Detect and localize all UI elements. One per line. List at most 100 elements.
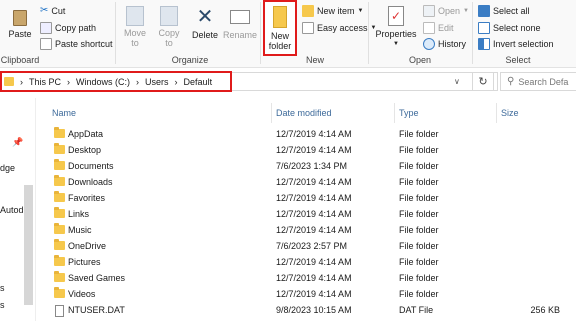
open-button[interactable]: Open ▼ [423,5,469,17]
edit-button[interactable]: Edit [423,22,454,34]
properties-button[interactable]: ✓ Properties ▼ [374,6,418,49]
file-date: 12/7/2019 4:14 AM [276,273,352,283]
file-date: 7/6/2023 2:57 PM [276,241,348,251]
folder-icon [54,271,65,282]
paste-shortcut-button[interactable]: Paste shortcut [40,38,113,50]
file-date: 7/6/2023 1:34 PM [276,161,348,171]
file-name: Desktop [68,145,102,155]
nav-scrollbar[interactable] [24,185,33,305]
file-row[interactable]: Documents 7/6/2023 1:34 PM File folder [48,158,576,174]
move-to-icon [126,6,144,26]
file-row[interactable]: Music 12/7/2019 4:14 AM File folder [48,222,576,238]
folder-icon [4,77,14,86]
file-date: 12/7/2019 4:14 AM [276,193,352,203]
pin-icon[interactable]: 📌 [12,137,23,148]
folder-icon [54,143,65,154]
separator [115,2,116,64]
nav-item[interactable]: Autod [0,205,24,215]
file-date: 12/7/2019 4:14 AM [276,289,352,299]
file-row[interactable]: Links 12/7/2019 4:14 AM File folder [48,206,576,222]
select-none-button[interactable]: Select none [478,22,541,34]
file-name: OneDrive [68,241,107,251]
separator [368,2,369,64]
breadcrumb-separator-icon: › [67,76,71,87]
file-row[interactable]: Videos 12/7/2019 4:14 AM File folder [48,286,576,302]
column-header-type[interactable]: Type [399,108,419,118]
file-type: File folder [399,225,439,235]
file-date: 12/7/2019 4:14 AM [276,257,352,267]
file-type: File folder [399,257,439,267]
paste-shortcut-icon [40,38,52,50]
easy-access-icon [302,22,314,34]
folder-icon [54,175,65,186]
easy-access-button[interactable]: Easy access ▼ [302,22,376,34]
new-folder-icon [273,6,287,28]
invert-selection-button[interactable]: Invert selection [478,38,554,50]
file-type: File folder [399,241,439,251]
column-divider[interactable] [496,103,497,123]
file-date: 9/8/2023 10:15 AM [276,305,352,315]
column-divider[interactable] [394,103,395,123]
file-date: 12/7/2019 4:14 AM [276,177,352,187]
file-type: DAT File [399,305,434,315]
paste-button[interactable]: Paste [7,10,33,39]
chevron-down-icon: ▼ [357,8,364,14]
copy-to-icon [160,6,178,26]
column-header-name[interactable]: Name [52,108,76,118]
file-date: 12/7/2019 4:14 AM [276,129,352,139]
copy-to-button[interactable]: Copy to [155,6,183,48]
address-bar[interactable]: › This PC › Windows (C:) › Users › Defau… [0,71,232,92]
delete-button[interactable]: ✕ Delete [190,6,220,40]
breadcrumb-separator-icon: › [20,76,23,87]
breadcrumb-users[interactable]: Users [145,77,169,87]
new-folder-button[interactable]: New folder [263,0,297,56]
file-row[interactable]: Downloads 12/7/2019 4:14 AM File folder [48,174,576,190]
breadcrumb-windows-c[interactable]: Windows (C:) [76,77,130,87]
nav-item[interactable]: dge [0,163,15,173]
move-to-button[interactable]: Move to [121,6,149,48]
nav-item[interactable]: s [0,300,5,310]
file-name: Downloads [68,177,113,187]
folder-icon [54,255,65,266]
file-icon [55,305,64,317]
cut-button[interactable]: ✂ Cut [40,5,65,16]
search-input: Search Defa [518,76,569,87]
column-divider[interactable] [271,103,272,123]
separator [472,2,473,64]
breadcrumb-separator-icon: › [136,76,140,87]
file-type: File folder [399,273,439,283]
select-all-button[interactable]: Select all [478,5,530,17]
nav-item[interactable]: s [0,283,5,293]
file-type: File folder [399,161,439,171]
folder-icon [54,207,65,218]
file-name: NTUSER.DAT [68,305,125,315]
address-history-chevron-icon[interactable]: ∨ [454,77,460,86]
file-row[interactable]: NTUSER.DAT 9/8/2023 10:15 AM DAT File 256 K… [48,302,576,318]
file-row[interactable]: Saved Games 12/7/2019 4:14 AM File folder [48,270,576,286]
file-row[interactable]: AppData 12/7/2019 4:14 AM File folder [48,126,576,142]
search-box[interactable]: ⚲ Search Defa [500,72,576,91]
history-button[interactable]: History [423,38,466,50]
file-name: Favorites [68,193,106,203]
separator [260,2,261,64]
column-header-date[interactable]: Date modified [276,108,332,118]
breadcrumb-default[interactable]: Default [184,77,213,87]
file-name: Videos [68,289,96,299]
rename-button[interactable]: Rename [223,6,257,40]
column-header-size[interactable]: Size [501,108,519,118]
copy-path-icon [40,22,52,34]
rename-icon [230,10,250,24]
file-name: Saved Games [68,273,126,283]
breadcrumb-this-pc[interactable]: This PC [29,77,61,87]
file-row[interactable]: Favorites 12/7/2019 4:14 AM File folder [48,190,576,206]
open-group-label: Open [408,55,432,65]
folder-icon [54,287,65,298]
refresh-icon[interactable]: ↻ [472,72,494,91]
copy-path-button[interactable]: Copy path [40,22,96,34]
file-row[interactable]: Desktop 12/7/2019 4:14 AM File folder [48,142,576,158]
file-row[interactable]: OneDrive 7/6/2023 2:57 PM File folder [48,238,576,254]
breadcrumb-separator-icon: › [174,76,178,87]
new-item-button[interactable]: New item ▼ [302,5,363,17]
file-row[interactable]: Pictures 12/7/2019 4:14 AM File folder [48,254,576,270]
file-size: 256 KB [530,305,560,315]
